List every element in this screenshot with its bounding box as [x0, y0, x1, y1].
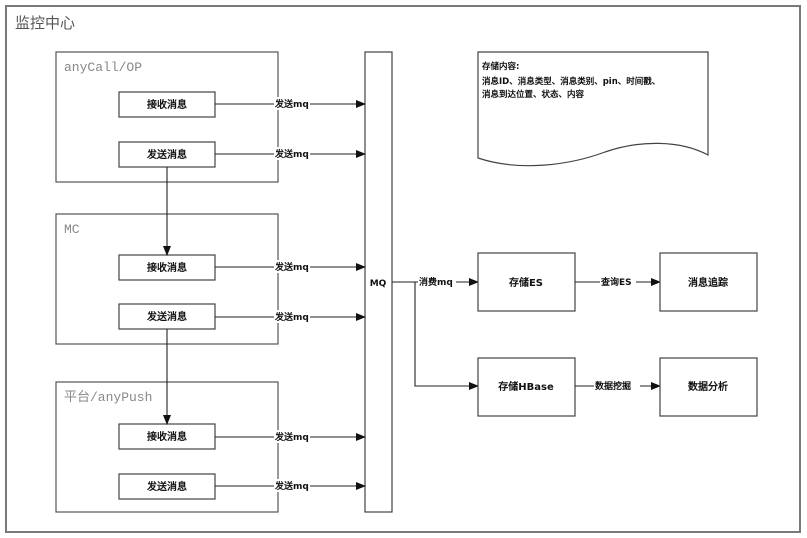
consume-mq-label: 消费mq [419, 276, 453, 288]
send-mq-label-5: 发送mq [274, 431, 309, 443]
receive-message-label-3: 接收消息 [147, 430, 187, 443]
group-label-mc: MC [64, 222, 80, 237]
store-es-label: 存储ES [509, 276, 543, 289]
architecture-diagram: 监控中心 anyCall/OP 接收消息 发送消息 MC 接收消息 发送消息 平… [5, 5, 801, 533]
group-label-anycall-op: anyCall/OP [64, 60, 142, 75]
send-message-label-1: 发送消息 [146, 148, 187, 161]
message-trace-label: 消息追踪 [688, 276, 728, 289]
mq-label: MQ [370, 279, 387, 289]
send-mq-label-4: 发送mq [274, 311, 309, 323]
data-analysis-label: 数据分析 [688, 380, 728, 393]
note-line-1: 消息ID、消息类型、消息类别、pin、时间戳、 [482, 76, 660, 87]
receive-message-label-1: 接收消息 [147, 98, 187, 111]
send-mq-label-2: 发送mq [274, 148, 309, 160]
diagram-title: 监控中心 [15, 14, 75, 32]
note-line-2: 消息到达位置、状态、内容 [482, 89, 585, 100]
note-heading: 存储内容: [481, 61, 519, 72]
store-hbase-label: 存储HBase [498, 380, 554, 393]
send-message-label-2: 发送消息 [146, 310, 187, 323]
receive-message-label-2: 接收消息 [147, 261, 187, 274]
send-mq-label-6: 发送mq [274, 480, 309, 492]
group-label-platform-anypush: 平台/anyPush [64, 390, 152, 405]
send-mq-label-1: 发送mq [274, 98, 309, 110]
send-mq-label-3: 发送mq [274, 261, 309, 273]
send-message-label-3: 发送消息 [146, 480, 187, 493]
data-mining-label: 数据挖掘 [595, 380, 631, 392]
query-es-label: 查询ES [600, 276, 632, 288]
